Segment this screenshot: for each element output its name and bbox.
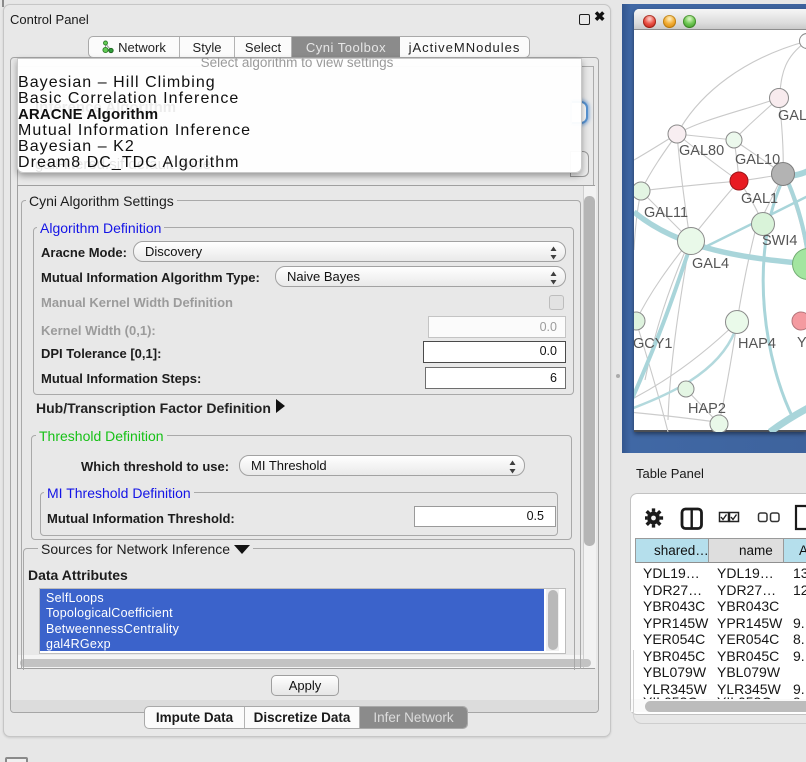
svg-text:GCY1: GCY1	[634, 336, 673, 352]
svg-text:GAL80: GAL80	[679, 143, 724, 159]
svg-text:Y: Y	[797, 335, 806, 351]
svg-text:SWI4: SWI4	[762, 233, 797, 249]
svg-text:HAP2: HAP2	[688, 401, 726, 417]
svg-text:GAL: GAL	[778, 108, 806, 124]
svg-text:GAL11: GAL11	[644, 205, 688, 221]
svg-text:GAL4: GAL4	[692, 256, 729, 272]
svg-text:HAP4: HAP4	[738, 336, 776, 352]
svg-text:GAL10: GAL10	[735, 152, 780, 168]
svg-text:GAL1: GAL1	[741, 191, 778, 207]
